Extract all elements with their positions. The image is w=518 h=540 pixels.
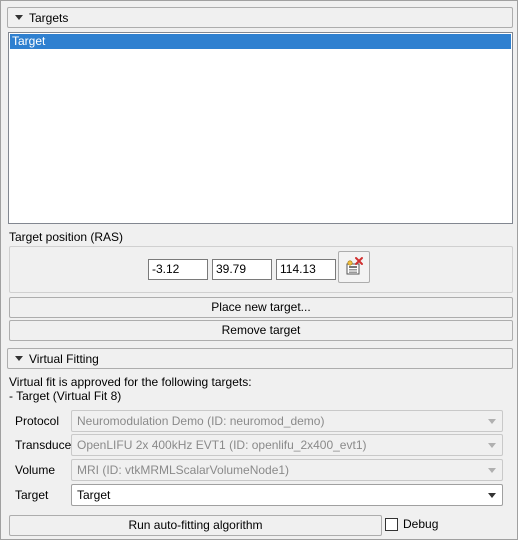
delete-fiducial-button[interactable]: [338, 251, 370, 283]
protocol-select[interactable]: Neuromodulation Demo (ID: neuromod_demo): [71, 410, 503, 432]
collapse-arrow-icon: [15, 356, 23, 361]
coord-a-field[interactable]: 39.79: [212, 259, 272, 280]
target-position-label: Target position (RAS): [9, 230, 124, 244]
virtual-fitting-section-header[interactable]: Virtual Fitting: [7, 348, 513, 369]
targets-section-header[interactable]: Targets: [7, 7, 513, 28]
protocol-label: Protocol: [15, 414, 60, 428]
delete-fiducial-icon: [346, 257, 363, 275]
remove-target-button[interactable]: Remove target: [9, 320, 513, 341]
target-label: Target: [15, 488, 49, 502]
volume-label: Volume: [15, 463, 56, 477]
module-panel: Targets Target Target position (RAS) -3.…: [0, 0, 518, 540]
place-new-target-button[interactable]: Place new target...: [9, 297, 513, 318]
chevron-down-icon: [488, 468, 496, 473]
list-item[interactable]: Target: [10, 34, 511, 49]
volume-value: MRI (ID: vtkMRMLScalarVolumeNode1): [77, 463, 290, 477]
transducer-select[interactable]: OpenLIFU 2x 400kHz EVT1 (ID: openlifu_2x…: [71, 434, 503, 456]
chevron-down-icon: [488, 493, 496, 498]
target-list[interactable]: Target: [8, 32, 513, 224]
volume-select[interactable]: MRI (ID: vtkMRMLScalarVolumeNode1): [71, 459, 503, 481]
virtual-fit-target-line: - Target (Virtual Fit 8): [9, 389, 122, 403]
transducer-value: OpenLIFU 2x 400kHz EVT1 (ID: openlifu_2x…: [77, 438, 367, 452]
target-select[interactable]: Target: [71, 484, 503, 506]
coord-s-field[interactable]: 114.13: [276, 259, 336, 280]
debug-label: Debug: [403, 517, 439, 531]
collapse-arrow-icon: [15, 15, 23, 20]
protocol-value: Neuromodulation Demo (ID: neuromod_demo): [77, 414, 325, 428]
virtual-fit-status-line: Virtual fit is approved for the followin…: [9, 375, 252, 389]
transducer-label: Transducer: [15, 438, 76, 452]
debug-checkbox[interactable]: [385, 518, 398, 531]
coord-r-field[interactable]: -3.12: [148, 259, 208, 280]
chevron-down-icon: [488, 443, 496, 448]
target-value: Target: [77, 488, 111, 502]
run-auto-fitting-button[interactable]: Run auto-fitting algorithm: [9, 515, 382, 536]
virtual-fitting-section-title: Virtual Fitting: [29, 351, 99, 366]
chevron-down-icon: [488, 419, 496, 424]
targets-section-title: Targets: [29, 10, 69, 25]
